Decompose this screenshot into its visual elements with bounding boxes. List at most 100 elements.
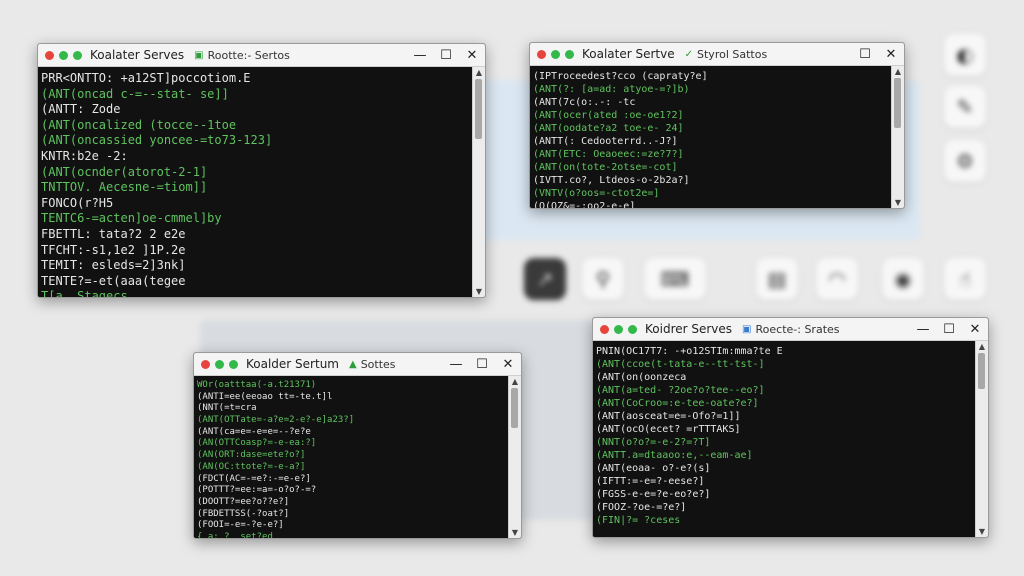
terminal-output[interactable]: PRR<ONTTO: +a12ST]poccotiom.E (ANT(oncad … (38, 67, 473, 297)
window-traffic-lights (537, 49, 574, 59)
terminal-line: PRR<ONTTO: +a12ST]poccotiom.E (41, 71, 251, 85)
window-subtitle-text: Roecte-: Srates (755, 322, 840, 336)
circle-logo-icon: ◐ (944, 34, 986, 76)
scroll-thumb[interactable] (894, 78, 901, 128)
scroll-up-icon[interactable]: ▲ (976, 342, 988, 351)
terminal-output[interactable]: WOr(oatttaa(-a.t21371) (ANTI=ee(eeoao tt=… (194, 376, 509, 538)
window-titlebar[interactable]: Koalder Sertum ▲ Sottes — ☐ ✕ (194, 353, 521, 376)
chart-icon: ▤ (756, 258, 798, 300)
terminal-window-3[interactable]: Koalder Sertum ▲ Sottes — ☐ ✕ WOr(oatttaa(-a.t… (193, 352, 522, 539)
close-icon[interactable]: ✕ (884, 47, 898, 62)
terminal-line: (POTTT?=ee:=a=-o?o?-=? (197, 485, 317, 496)
vertical-scrollbar[interactable]: ▲ ▼ (508, 376, 521, 538)
scroll-thumb[interactable] (475, 79, 482, 139)
terminal-line: (ANT(OTTate=-a?e=2-e?-e]a23?] (197, 415, 355, 426)
minimize-icon[interactable]: — (449, 357, 463, 372)
maximize-icon[interactable]: ☐ (858, 47, 872, 62)
zoom-dot-icon[interactable] (551, 49, 560, 59)
terminal-line: (O(OZ&=-:oo2-e-e] (533, 201, 636, 208)
window-titlebar[interactable]: Koalater Sertve ✓ Styrol Sattos ☐ ✕ (530, 43, 904, 66)
window-controls: — ☐ ✕ (916, 318, 982, 340)
vertical-scrollbar[interactable]: ▲ ▼ (472, 67, 485, 297)
zoom-dot-icon[interactable] (73, 50, 82, 60)
terminal-line: { a: ? set?ed (197, 531, 273, 538)
terminal-line: TEMIT: esleds=2]3nk] (41, 258, 186, 273)
terminal-line: (ANT(ca=e=-e=e=--?e?e (197, 426, 311, 437)
window-title: Koalater Sertve (582, 47, 675, 61)
close-dot-icon[interactable] (537, 49, 546, 59)
window-traffic-lights (201, 359, 238, 369)
terminal-line: (ANT(CoCroo=:e-tee-oate?e?] (596, 398, 759, 409)
zoom-dot-icon[interactable] (565, 49, 574, 59)
zoom-dot-icon[interactable] (215, 359, 224, 369)
scroll-thumb[interactable] (978, 353, 985, 389)
terminal-line: T[a Stagecs (41, 289, 128, 297)
maximize-icon[interactable]: ☐ (942, 322, 956, 337)
folder-icon: ▣ (194, 49, 204, 61)
terminal-line: (ANT(oodate?a2 toe-e- 24] (533, 123, 684, 134)
zoom-dot-icon[interactable] (628, 324, 637, 334)
window-subtitle: ▣ Roecte-: Srates (742, 323, 839, 336)
terminal-line: (FOOI=-e=-?e-e?] (197, 520, 284, 531)
vertical-scrollbar[interactable]: ▲ ▼ (975, 341, 988, 537)
terminal-line: (ANT(eoaa- o?-e?(s] (596, 463, 711, 474)
terminal-line: (ANT(ocnder(atorot-2-1] (41, 164, 208, 179)
terminal-output[interactable]: PNIN(OC17T7: -+o12STIm:mma?te E (ANT(ccoe… (593, 341, 976, 537)
window-titlebar[interactable]: Koidrer Serves ▣ Roecte-: Srates — ☐ ✕ (593, 318, 988, 341)
scroll-down-icon[interactable]: ▼ (892, 198, 904, 207)
terminal-line: (NNT(=t=cra (197, 403, 257, 414)
close-icon[interactable]: ✕ (465, 48, 479, 63)
terminal-line: (FBDETTSS(-?oat?] (197, 508, 290, 519)
terminal-output[interactable]: (IPTroceedest?cco (capraty?e] (ANT(?: [a=… (530, 66, 892, 208)
terminal-line: TNTTOV. Aecesne-=tiom]] (41, 180, 208, 195)
terminal-line: FBETTL: tata?2 2 e2e (41, 226, 186, 241)
terminal-line: TFCHT:-s1,1e2 ]1P.2e (41, 242, 186, 257)
minimize-icon[interactable]: — (413, 48, 427, 63)
zoom-dot-icon[interactable] (59, 50, 68, 60)
terminal-line: WOr(oatttaa(-a.t21371) (197, 380, 317, 390)
scroll-up-icon[interactable]: ▲ (892, 67, 904, 76)
folder-blue-icon: ▣ (742, 323, 752, 335)
terminal-line: (ANT(?: [a=ad: atyoe-=?]b) (533, 84, 690, 95)
terminal-window-2[interactable]: Koalater Sertve ✓ Styrol Sattos ☐ ✕ (IPTrocee… (529, 42, 905, 209)
blue-circle-icon: ◉ (882, 258, 924, 300)
arrow-icon: ↗ (524, 258, 566, 300)
maximize-icon[interactable]: ☐ (475, 357, 489, 372)
window-controls: ☐ ✕ (858, 43, 898, 65)
scroll-down-icon[interactable]: ▼ (473, 287, 485, 296)
terminal-line: (IFTT:=-e=?-eese?] (596, 476, 705, 487)
terminal-line: (FIN|?= ?ceses (596, 515, 681, 526)
scroll-up-icon[interactable]: ▲ (473, 68, 485, 77)
terminal-line: (AN(ORT:dase=ete?o?] (197, 450, 306, 461)
maximize-icon[interactable]: ☐ (439, 48, 453, 63)
scroll-thumb[interactable] (511, 388, 518, 428)
terminal-line: (FOOZ-?oe-=?e?] (596, 502, 687, 513)
terminal-line: (ANT(ocO(ecet? =rTTTAKS] (596, 424, 741, 435)
scroll-down-icon[interactable]: ▼ (976, 527, 988, 536)
window-subtitle: ▲ Sottes (349, 358, 396, 371)
close-icon[interactable]: ✕ (501, 357, 515, 372)
minimize-icon[interactable]: — (916, 322, 930, 337)
terminal-window-4[interactable]: Koidrer Serves ▣ Roecte-: Srates — ☐ ✕ PNIN(OC… (592, 317, 989, 538)
window-subtitle-text: Rootte:- Sertos (207, 48, 290, 62)
window-subtitle: ▣ Rootte:- Sertos (194, 49, 290, 62)
window-titlebar[interactable]: Koalater Serves ▣ Rootte:- Sertos — ☐ ✕ (38, 44, 485, 67)
window-controls: — ☐ ✕ (449, 353, 515, 375)
close-dot-icon[interactable] (600, 324, 609, 334)
close-dot-icon[interactable] (201, 359, 210, 369)
keyboard-icon: ⌨ (644, 258, 706, 300)
terminal-line: (VNTV(o?oos=-ctot2e=] (533, 188, 660, 199)
scroll-down-icon[interactable]: ▼ (509, 528, 521, 537)
terminal-window-1[interactable]: Koalater Serves ▣ Rootte:- Sertos — ☐ ✕ PRR<ON… (37, 43, 486, 298)
close-dot-icon[interactable] (45, 50, 54, 60)
terminal-line: (IPTroceedest?cco (capraty?e] (533, 71, 708, 82)
terminal-line: (ANT(7c(o:.-: -tc (533, 97, 636, 108)
terminal-line: KNTR:b2e -2: (41, 148, 128, 163)
zoom-dot-icon[interactable] (614, 324, 623, 334)
window-title: Koalater Serves (90, 48, 185, 62)
terminal-line: (FDCT(AC=-=e?:-=e-e?] (197, 473, 311, 484)
zoom-dot-icon[interactable] (229, 359, 238, 369)
scroll-up-icon[interactable]: ▲ (509, 377, 521, 386)
vertical-scrollbar[interactable]: ▲ ▼ (891, 66, 904, 208)
close-icon[interactable]: ✕ (968, 322, 982, 337)
